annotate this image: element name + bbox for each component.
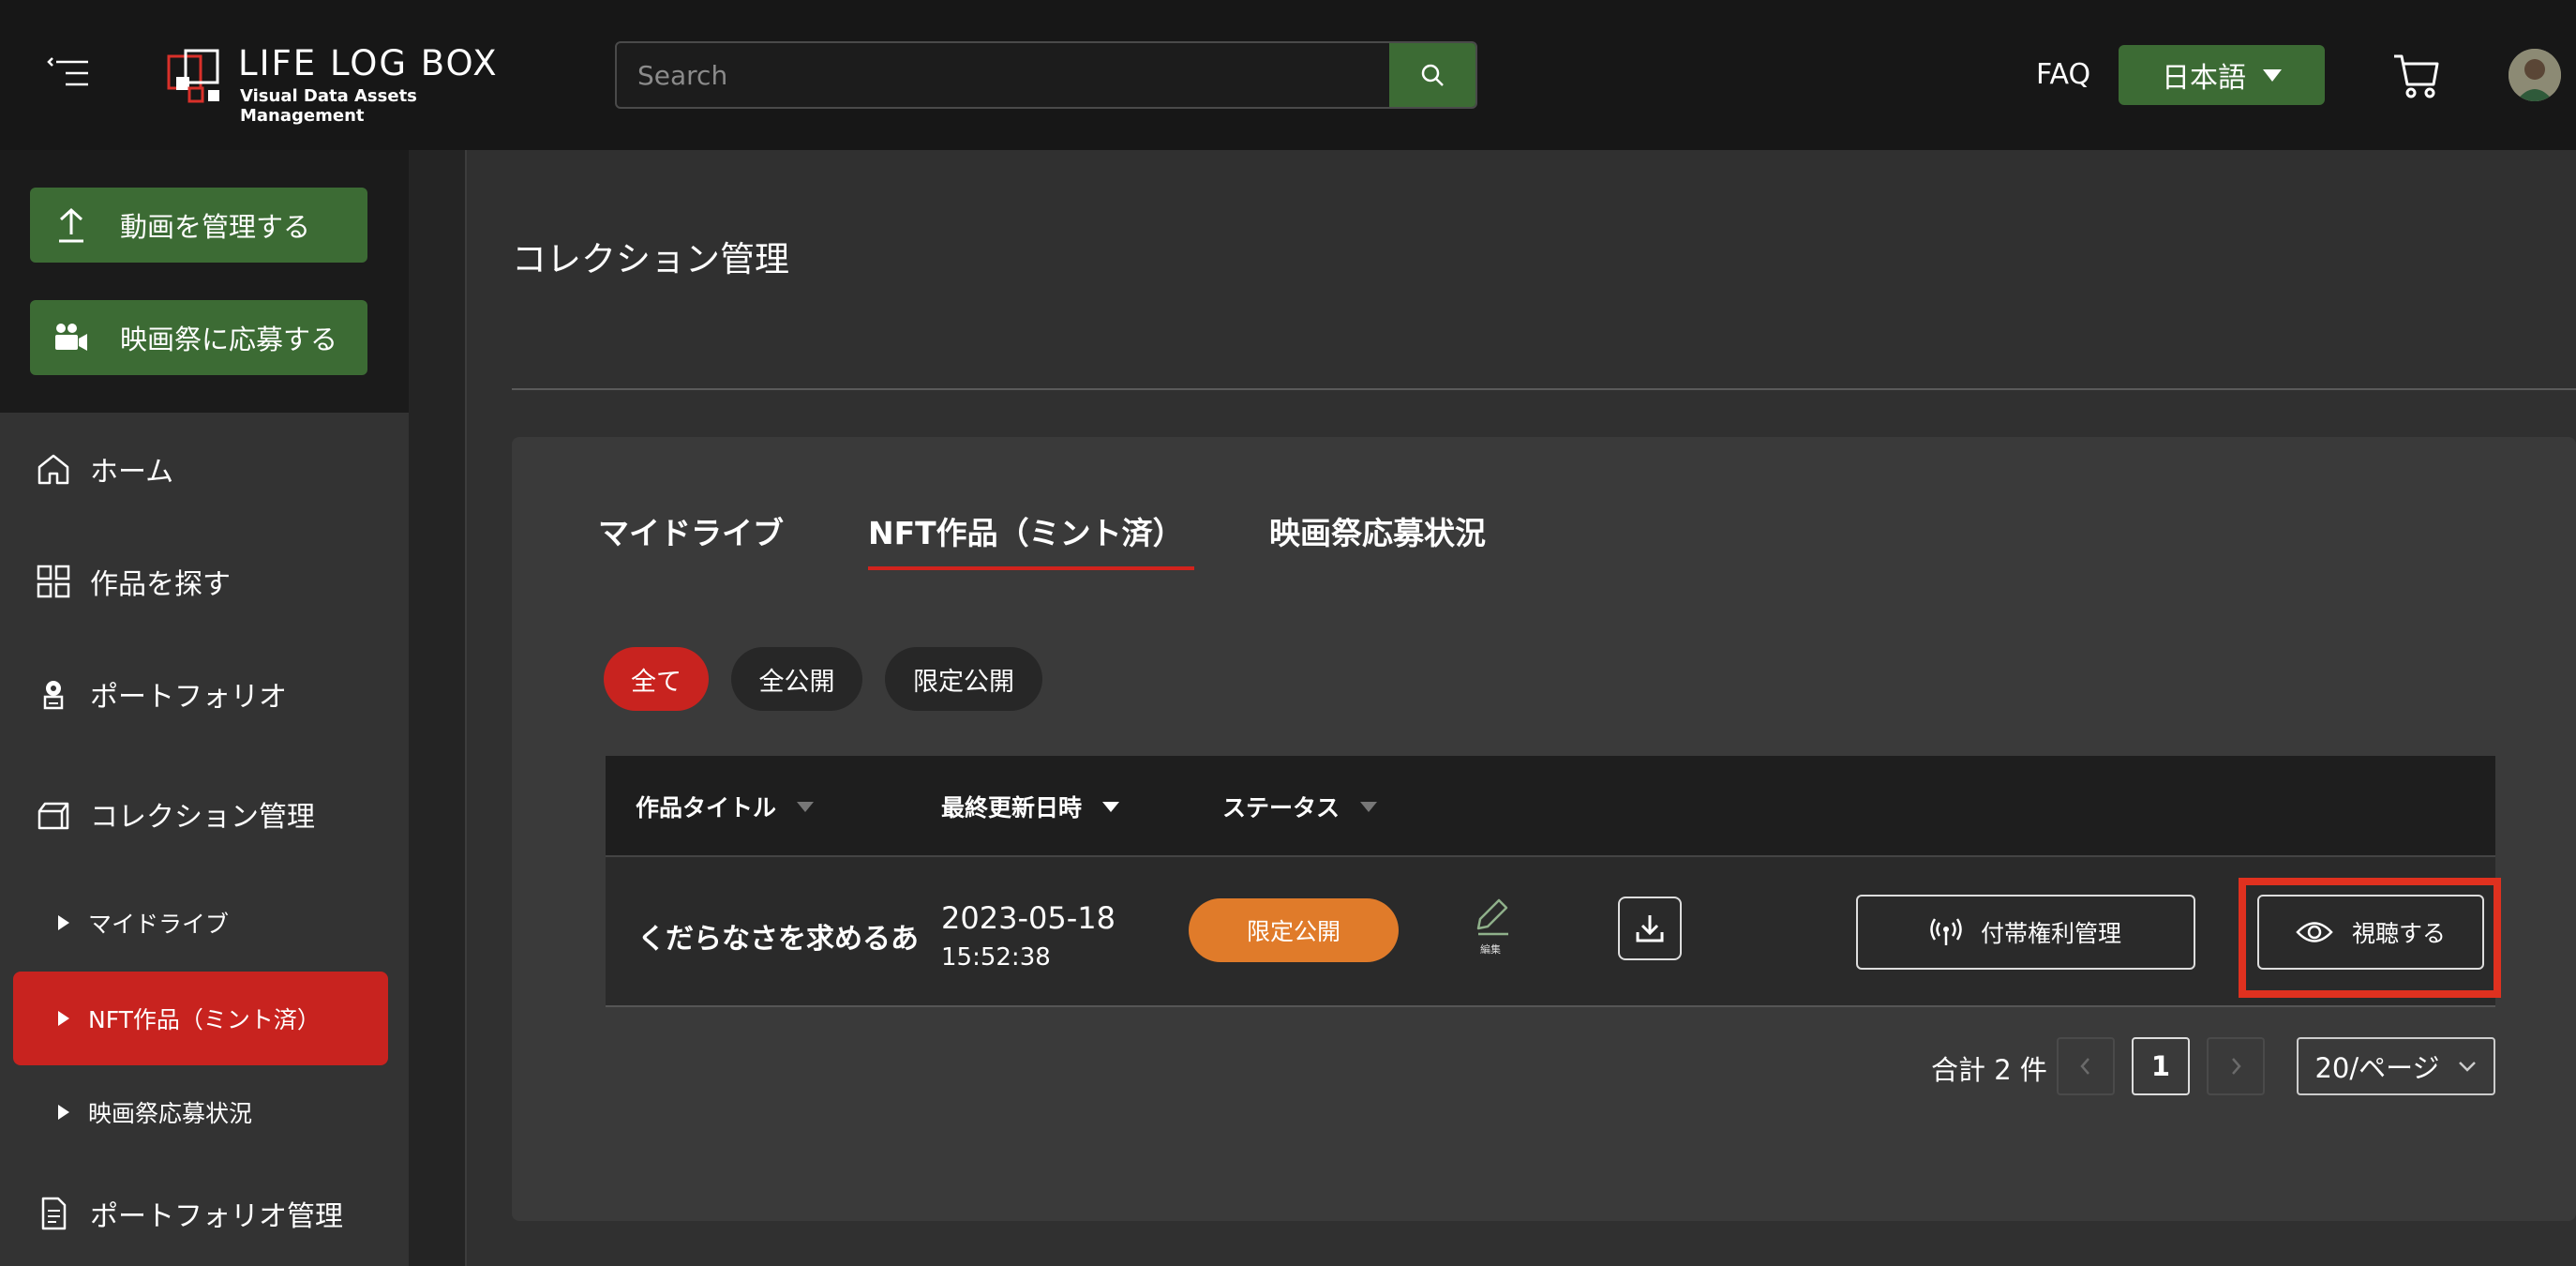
watch-button[interactable]: 視聴する <box>2257 895 2484 970</box>
column-header-status[interactable]: ステータス <box>1222 790 1378 823</box>
column-header-updated[interactable]: 最終更新日時 <box>941 790 1120 823</box>
badge-icon <box>34 674 73 714</box>
sidebar-item-portfolio-manage[interactable]: ポートフォリオ管理 <box>34 1193 343 1234</box>
logo-title: LIFE LOG BOX <box>238 43 499 83</box>
triangle-right-icon <box>58 1011 69 1026</box>
sidebar-subitem-label: NFT作品（ミント済） <box>88 1006 321 1033</box>
grid-icon <box>34 562 73 601</box>
sidebar-subitem-label: マイドライブ <box>88 911 230 938</box>
caret-down-icon <box>2263 68 2282 82</box>
broadcast-icon <box>1930 918 1962 945</box>
logo-subtitle: Visual Data Assets Management <box>240 86 417 126</box>
download-button[interactable] <box>1618 897 1682 960</box>
eye-icon <box>2296 922 2333 942</box>
language-selector[interactable]: 日本語 <box>2119 45 2325 105</box>
status-badge: 限定公開 <box>1189 898 1399 962</box>
column-header-label: 作品タイトル <box>636 794 777 821</box>
updated-date: 2023-05-18 <box>941 900 1116 936</box>
sidebar-item-label: ホーム <box>90 456 174 489</box>
collection-box-icon <box>34 794 73 834</box>
video-camera-icon <box>41 322 101 354</box>
apply-festival-label: 映画祭に応募する <box>120 324 338 355</box>
sidebar-subitem-label: 映画祭応募状況 <box>88 1100 253 1127</box>
column-header-label: ステータス <box>1222 794 1340 821</box>
sidebar-item-label: 作品を探す <box>90 568 231 601</box>
tab-my-drive[interactable]: マイドライブ <box>598 508 784 553</box>
sidebar-subitem-nft[interactable]: NFT作品（ミント済） <box>58 1002 321 1035</box>
nft-table: 作品タイトル 最終更新日時 ステータス くだらなさを求めるあ 2023-05-1… <box>606 756 2501 1007</box>
rights-management-button[interactable]: 付帯権利管理 <box>1856 895 2195 970</box>
filter-public[interactable]: 全公開 <box>731 647 862 711</box>
logo[interactable]: LIFE LOG BOX Visual Data Assets Manageme… <box>167 43 504 126</box>
sort-caret-icon <box>797 801 815 812</box>
search-box <box>615 41 1477 109</box>
title-divider <box>512 388 2576 390</box>
sidebar-item-explore[interactable]: 作品を探す <box>34 561 231 602</box>
cart-icon[interactable] <box>2390 49 2443 101</box>
manage-videos-label: 動画を管理する <box>120 211 311 243</box>
search-input[interactable] <box>617 43 1391 107</box>
sidebar-subitem-my-drive[interactable]: マイドライブ <box>58 906 229 940</box>
menu-toggle-icon[interactable] <box>45 49 97 98</box>
filter-limited[interactable]: 限定公開 <box>885 647 1042 711</box>
triangle-right-icon <box>58 915 69 930</box>
sidebar-item-label: ポートフォリオ管理 <box>90 1200 343 1233</box>
active-tab-indicator <box>868 566 1194 570</box>
chevron-right-icon <box>2232 1058 2241 1075</box>
rights-management-label: 付帯権利管理 <box>1980 920 2121 947</box>
sidebar: 動画を管理する 映画祭に応募する ホーム 作品を探す ポートフォリオ コレクショ… <box>0 150 409 1266</box>
user-avatar[interactable] <box>2509 49 2561 101</box>
sidebar-item-collection[interactable]: コレクション管理 <box>34 793 315 835</box>
sort-caret-icon <box>1102 801 1120 812</box>
document-icon <box>34 1194 73 1233</box>
manage-videos-button[interactable]: 動画を管理する <box>30 188 367 263</box>
table-row: くだらなさを求めるあ 2023-05-18 15:52:38 限定公開 編集 付… <box>606 855 2501 1007</box>
sidebar-item-label: ポートフォリオ <box>90 681 287 714</box>
watch-label: 視聴する <box>2351 920 2446 947</box>
faq-link[interactable]: FAQ <box>2036 58 2090 91</box>
download-icon <box>1636 915 1664 942</box>
search-icon <box>1421 64 1444 86</box>
prev-page-button[interactable] <box>2057 1037 2115 1095</box>
sidebar-item-portfolio[interactable]: ポートフォリオ <box>34 673 287 715</box>
logo-mark-icon <box>167 49 219 103</box>
total-count: 合計 2 件 <box>1931 1054 2047 1086</box>
column-header-title[interactable]: 作品タイトル <box>636 790 815 823</box>
sidebar-item-home[interactable]: ホーム <box>34 448 173 490</box>
upload-icon <box>41 206 101 244</box>
chevron-down-icon <box>2458 1062 2476 1072</box>
sidebar-actions: 動画を管理する 映画祭に応募する <box>0 150 409 413</box>
triangle-right-icon <box>58 1105 69 1120</box>
updated-time: 15:52:38 <box>941 943 1051 972</box>
edit-button[interactable]: 編集 <box>1462 893 1519 962</box>
page-number-current[interactable]: 1 <box>2132 1037 2190 1095</box>
work-title[interactable]: くだらなさを求めるあ <box>637 915 919 957</box>
home-icon <box>34 449 73 489</box>
sort-caret-icon <box>1360 801 1378 812</box>
filter-all[interactable]: 全て <box>604 647 709 711</box>
column-header-label: 最終更新日時 <box>941 794 1083 821</box>
search-button[interactable] <box>1389 43 1475 107</box>
per-page-label: 20/ページ <box>2314 1052 2440 1084</box>
table-header: 作品タイトル 最終更新日時 ステータス <box>606 756 2495 855</box>
top-header: LIFE LOG BOX Visual Data Assets Manageme… <box>0 0 2576 150</box>
edit-caption: 編集 <box>1480 943 1501 956</box>
apply-festival-button[interactable]: 映画祭に応募する <box>30 300 367 375</box>
main-gutter <box>409 150 465 1266</box>
chevron-left-icon <box>2080 1058 2089 1075</box>
pencil-icon <box>1476 898 1508 936</box>
sidebar-item-label: コレクション管理 <box>90 801 315 834</box>
tab-nft-minted[interactable]: NFT作品（ミント済） <box>868 508 1184 553</box>
per-page-select[interactable]: 20/ページ <box>2297 1037 2495 1095</box>
sidebar-subitem-festival-status[interactable]: 映画祭応募状況 <box>58 1095 252 1129</box>
page-title: コレクション管理 <box>512 239 789 279</box>
language-label: 日本語 <box>2162 62 2246 95</box>
next-page-button[interactable] <box>2207 1037 2265 1095</box>
tab-festival-status[interactable]: 映画祭応募状況 <box>1269 508 1486 553</box>
